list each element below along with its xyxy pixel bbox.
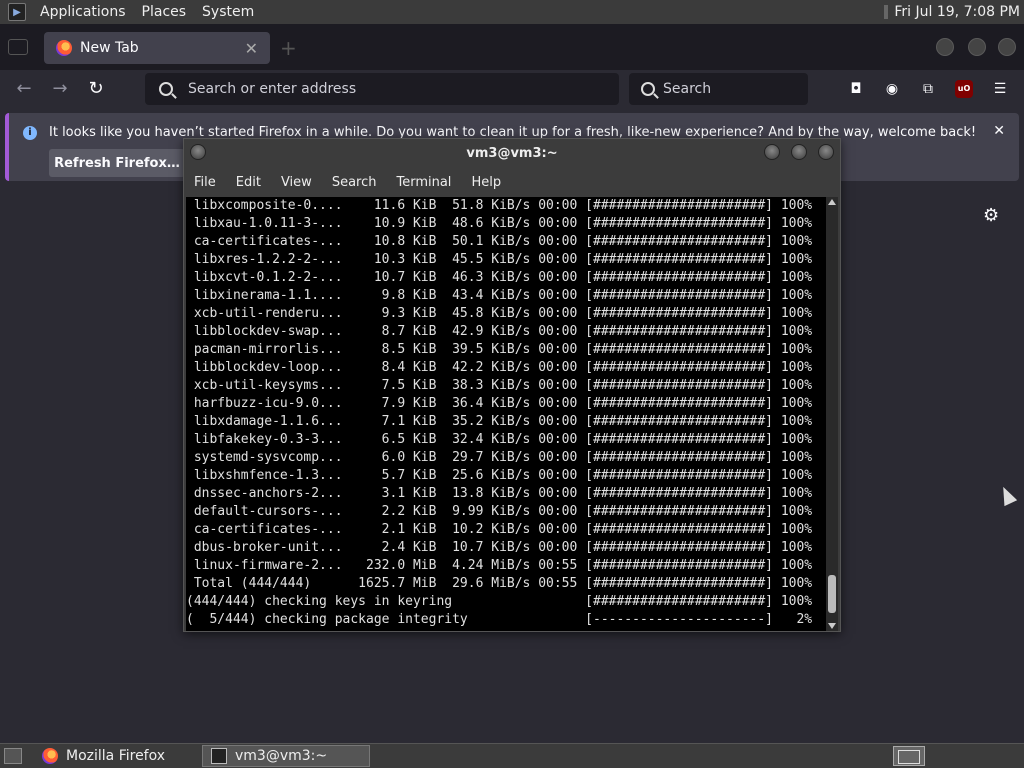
terminal-scrollbar[interactable] xyxy=(826,197,838,631)
scrollbar-thumb[interactable] xyxy=(828,575,836,613)
task-terminal[interactable]: vm3@vm3:~ xyxy=(202,745,370,767)
search-icon xyxy=(159,82,173,96)
output-line: linux-firmware-2... 232.0 MiB 4.24 MiB/s… xyxy=(186,558,813,573)
firefox-tab-strip: New Tab ✕ + xyxy=(0,24,1024,70)
minimize-button[interactable] xyxy=(936,38,954,56)
output-line: ( 5/444) checking package integrity [---… xyxy=(186,612,813,627)
output-line: libblockdev-swap... 8.7 KiB 42.9 KiB/s 0… xyxy=(186,324,813,339)
ublock-origin-icon[interactable]: uO xyxy=(955,80,973,98)
firefox-icon xyxy=(42,748,58,764)
tab-new-tab[interactable]: New Tab ✕ xyxy=(44,32,270,64)
terminal-maximize-button[interactable] xyxy=(791,144,807,160)
clock[interactable]: Fri Jul 19, 7:08 PM xyxy=(894,4,1024,20)
output-line: xcb-util-keysyms... 7.5 KiB 38.3 KiB/s 0… xyxy=(186,378,813,393)
output-line: dbus-broker-unit... 2.4 KiB 10.7 KiB/s 0… xyxy=(186,540,813,555)
output-line: xcb-util-renderu... 9.3 KiB 45.8 KiB/s 0… xyxy=(186,306,813,321)
reload-icon[interactable]: ↻ xyxy=(84,78,108,99)
task-label: Mozilla Firefox xyxy=(66,748,166,764)
info-icon: i xyxy=(23,126,37,140)
settings-gear-icon[interactable]: ⚙ xyxy=(983,205,999,226)
output-line: libxshmfence-1.3... 5.7 KiB 25.6 KiB/s 0… xyxy=(186,468,813,483)
address-bar[interactable]: Search or enter address xyxy=(145,73,619,105)
menu-search[interactable]: Search xyxy=(322,175,387,190)
scroll-up-icon[interactable] xyxy=(828,199,836,205)
search-bar[interactable]: Search xyxy=(629,73,808,105)
output-line: libxres-1.2.2-2-... 10.3 KiB 45.5 KiB/s … xyxy=(186,252,813,267)
firefox-favicon-icon xyxy=(56,40,72,56)
menu-help[interactable]: Help xyxy=(461,175,511,190)
menu-file[interactable]: File xyxy=(184,175,226,190)
extensions-icon[interactable]: ⧉ xyxy=(919,80,937,98)
menu-places[interactable]: Places xyxy=(134,4,195,20)
output-line: Total (444/444) 1625.7 MiB 29.6 MiB/s 00… xyxy=(186,576,813,591)
workspace-switcher[interactable] xyxy=(893,746,925,766)
terminal-window: vm3@vm3:~ File Edit View Search Terminal… xyxy=(183,138,841,632)
menu-terminal[interactable]: Terminal xyxy=(386,175,461,190)
output-line: pacman-mirrorlis... 8.5 KiB 39.5 KiB/s 0… xyxy=(186,342,813,357)
hamburger-menu-icon[interactable]: ☰ xyxy=(991,80,1009,98)
maximize-button[interactable] xyxy=(968,38,986,56)
account-icon[interactable]: ◉ xyxy=(883,80,901,98)
terminal-close-button[interactable] xyxy=(818,144,834,160)
distro-logo-icon[interactable]: ▶ xyxy=(8,3,26,21)
output-line: ca-certificates-... 2.1 KiB 10.2 KiB/s 0… xyxy=(186,522,813,537)
tab-overview-icon[interactable] xyxy=(8,39,28,55)
tab-close-icon[interactable]: ✕ xyxy=(245,39,258,58)
output-line: ca-certificates-... 10.8 KiB 50.1 KiB/s … xyxy=(186,234,813,249)
output-line: libxau-1.0.11-3-... 10.9 KiB 48.6 KiB/s … xyxy=(186,216,813,231)
navigation-toolbar: ← → ↻ Search or enter address Search ◘ ◉… xyxy=(0,70,1024,110)
output-line: harfbuzz-icu-9.0... 7.9 KiB 36.4 KiB/s 0… xyxy=(186,396,813,411)
menu-view[interactable]: View xyxy=(271,175,322,190)
tab-title: New Tab xyxy=(80,40,139,56)
terminal-minimize-button[interactable] xyxy=(764,144,780,160)
output-line: libxcvt-0.1.2-2-... 10.7 KiB 46.3 KiB/s … xyxy=(186,270,813,285)
show-desktop-icon[interactable] xyxy=(4,748,22,764)
output-line: libxcomposite-0.... 11.6 KiB 51.8 KiB/s … xyxy=(186,198,813,213)
close-button[interactable] xyxy=(998,38,1016,56)
scroll-down-icon[interactable] xyxy=(828,623,836,629)
search-placeholder: Search xyxy=(663,81,712,97)
notification-close-icon[interactable]: ✕ xyxy=(993,123,1005,139)
panel-separator-icon xyxy=(884,5,889,19)
menu-applications[interactable]: Applications xyxy=(32,4,134,20)
task-label: vm3@vm3:~ xyxy=(235,748,328,764)
menu-edit[interactable]: Edit xyxy=(226,175,271,190)
address-placeholder: Search or enter address xyxy=(188,81,357,97)
forward-icon[interactable]: → xyxy=(48,78,72,99)
pocket-icon[interactable]: ◘ xyxy=(847,80,865,98)
output-line: dnssec-anchors-2... 3.1 KiB 13.8 KiB/s 0… xyxy=(186,486,813,501)
terminal-icon xyxy=(211,748,227,764)
terminal-menubar: File Edit View Search Terminal Help xyxy=(184,169,840,195)
output-line: libfakekey-0.3-3... 6.5 KiB 32.4 KiB/s 0… xyxy=(186,432,813,447)
output-line: libxdamage-1.1.6... 7.1 KiB 35.2 KiB/s 0… xyxy=(186,414,813,429)
task-firefox[interactable]: Mozilla Firefox xyxy=(34,745,194,767)
top-panel: ▶ Applications Places System Fri Jul 19,… xyxy=(0,0,1024,24)
terminal-output[interactable]: libxcomposite-0.... 11.6 KiB 51.8 KiB/s … xyxy=(186,197,828,631)
back-icon[interactable]: ← xyxy=(12,78,36,99)
refresh-firefox-button[interactable]: Refresh Firefox… xyxy=(49,149,185,177)
menu-system[interactable]: System xyxy=(194,4,262,20)
new-tab-icon[interactable]: + xyxy=(280,36,297,60)
output-line: libblockdev-loop... 8.4 KiB 42.2 KiB/s 0… xyxy=(186,360,813,375)
output-line: libxinerama-1.1.... 9.8 KiB 43.4 KiB/s 0… xyxy=(186,288,813,303)
output-line: default-cursors-... 2.2 KiB 9.99 KiB/s 0… xyxy=(186,504,813,519)
output-line: systemd-sysvcomp... 6.0 KiB 29.7 KiB/s 0… xyxy=(186,450,813,465)
search-icon xyxy=(641,82,655,96)
output-line: (444/444) checking keys in keyring [####… xyxy=(186,594,813,609)
terminal-title: vm3@vm3:~ xyxy=(466,145,558,161)
bottom-panel: Mozilla Firefox vm3@vm3:~ xyxy=(0,743,1024,768)
